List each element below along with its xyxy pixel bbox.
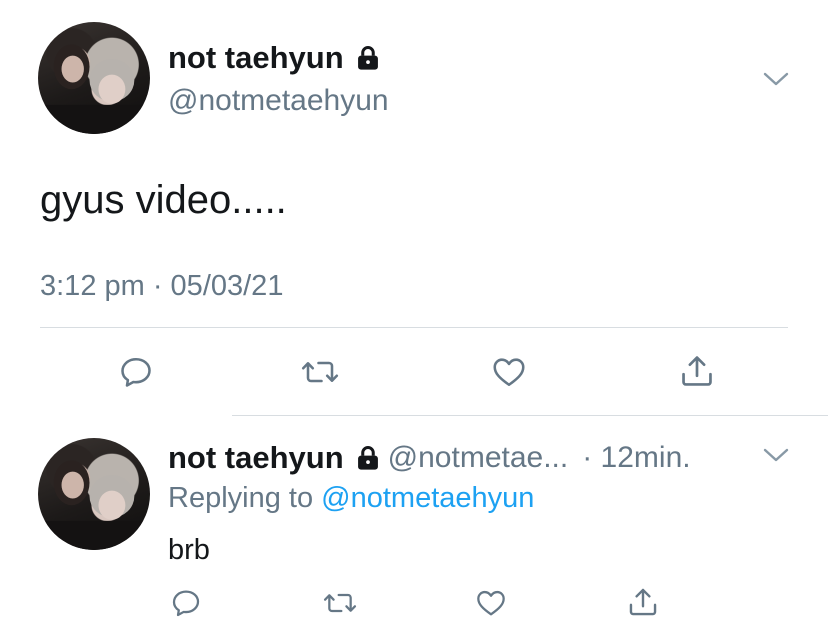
tweet-text: gyus video..... [40,178,287,222]
like-button[interactable] [490,354,528,390]
handle[interactable]: @notmetaehyun [168,84,389,118]
avatar[interactable] [38,22,150,134]
lock-icon [357,46,378,70]
reply-text: brb [168,534,210,566]
avatar-photo [38,44,150,134]
replying-to: Replying to @notmetaehyun [168,482,534,515]
retweet-button[interactable] [322,587,358,619]
display-name-text: not taehyun [168,40,344,75]
divider [40,327,788,328]
reply-icon [121,357,151,387]
display-name-text: not taehyun [168,440,344,475]
avatar-photo [38,460,150,550]
share-button[interactable] [678,352,716,390]
chevron-down-icon[interactable] [762,446,790,464]
replying-prefix: Replying to [168,482,314,514]
retweet-button[interactable] [300,354,340,390]
timestamp[interactable]: 3:12 pm · 05/03/21 [40,270,283,303]
reply-button[interactable] [118,354,154,390]
replying-mention-link[interactable]: @notmetaehyun [321,482,534,514]
retweet-icon [301,361,339,383]
like-icon [477,590,505,616]
avatar[interactable] [38,438,150,550]
like-icon [493,358,525,387]
share-icon [682,356,712,386]
like-button[interactable] [474,587,508,619]
chevron-down-icon[interactable] [762,70,790,88]
handle[interactable]: @notmetae... [388,441,569,475]
display-name[interactable]: not taehyun [168,40,382,76]
share-icon [629,588,657,616]
reply-icon [172,590,200,617]
lock-icon [357,446,378,470]
divider [232,415,828,416]
share-button[interactable] [626,585,660,619]
retweet-icon [323,593,357,613]
display-name[interactable]: not taehyun [168,440,382,476]
reply-button[interactable] [170,587,202,619]
time-ago[interactable]: · 12min. [582,441,690,475]
reply-header: not taehyun @notmetae... · 12min. [168,440,691,476]
